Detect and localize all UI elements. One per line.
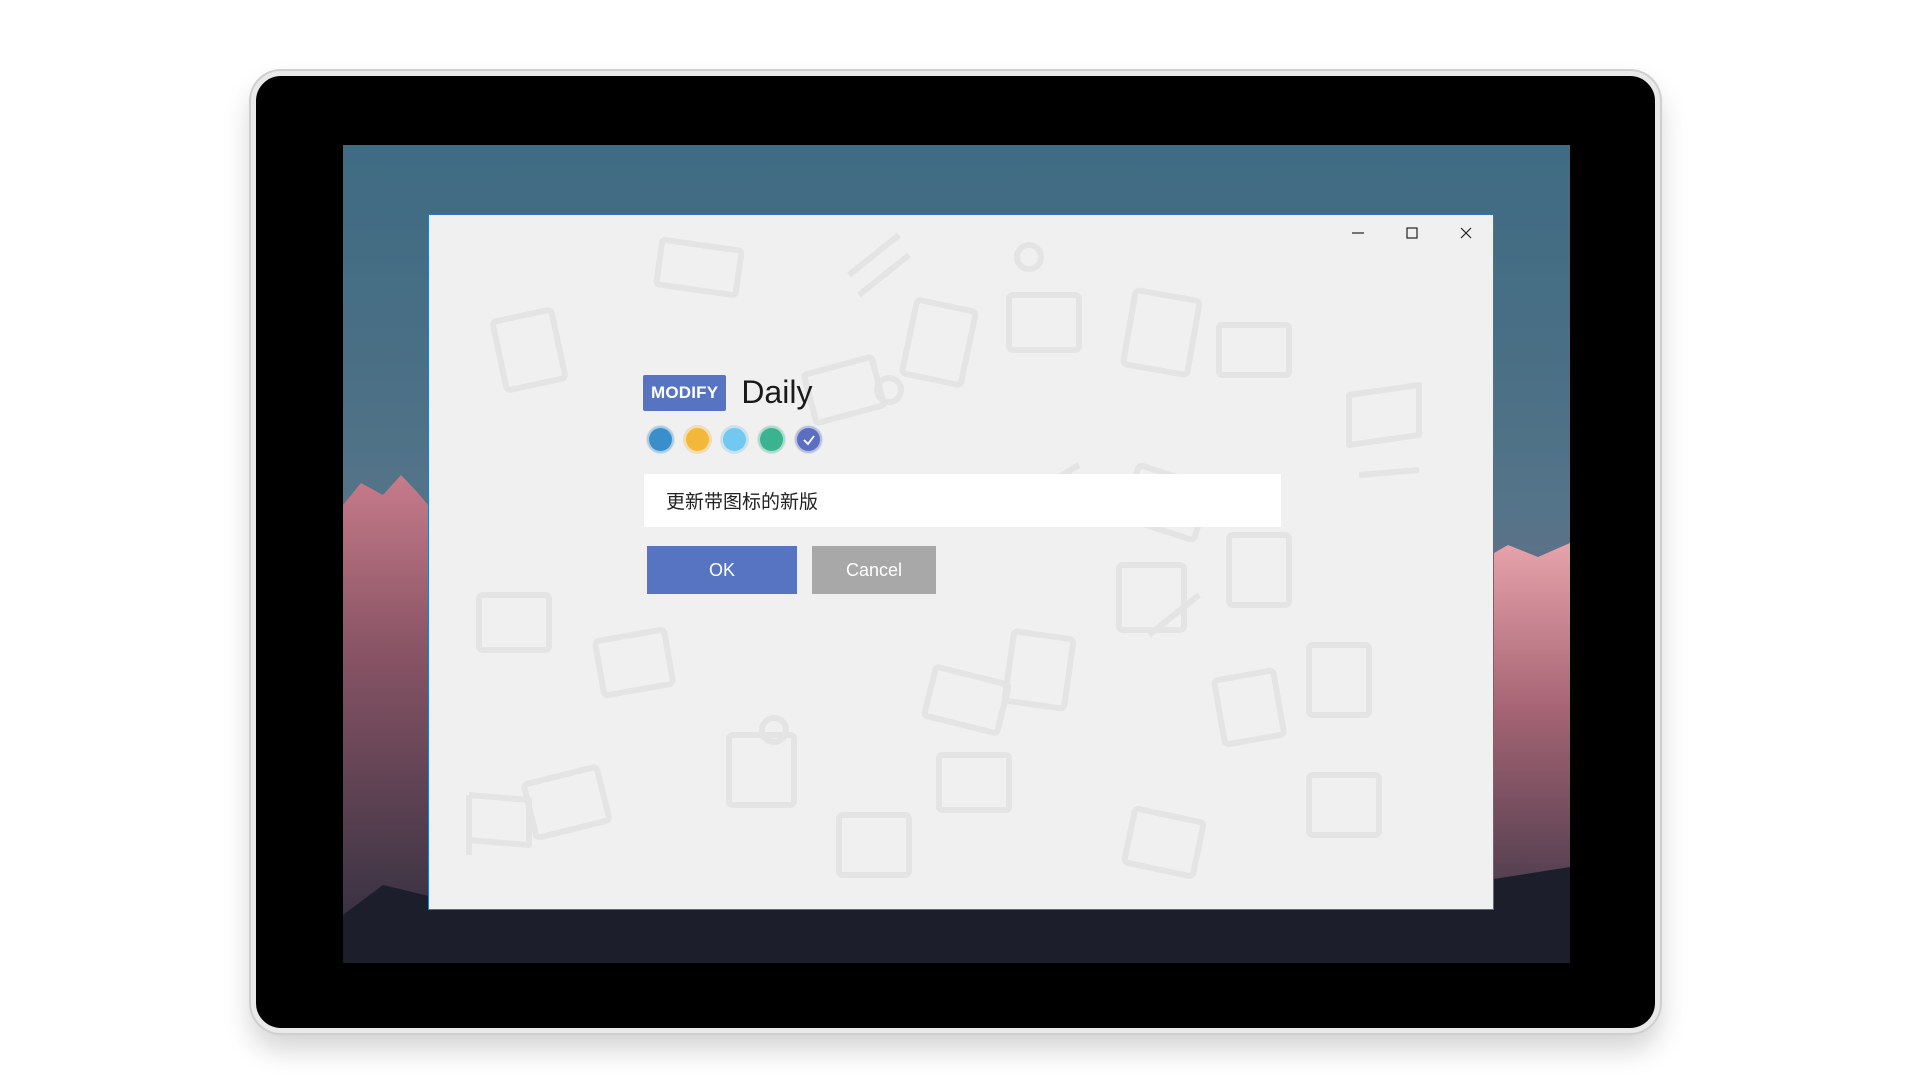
color-swatch-blue[interactable]: [647, 426, 674, 453]
dialog-title: Daily: [741, 374, 813, 410]
maximize-button[interactable]: [1385, 215, 1439, 251]
close-icon: [1460, 227, 1472, 239]
cancel-button[interactable]: Cancel: [812, 546, 936, 594]
window-controls: [1331, 215, 1493, 251]
background-doodle-pattern: [466, 232, 1422, 879]
app-window: MODIFY Daily OK Cancel: [428, 214, 1494, 910]
minimize-icon: [1352, 232, 1364, 234]
color-swatch-green[interactable]: [758, 426, 785, 453]
color-swatch-yellow[interactable]: [684, 426, 711, 453]
checkmark-icon: [802, 434, 815, 445]
name-input[interactable]: [644, 474, 1281, 527]
mode-badge: MODIFY: [643, 374, 727, 411]
color-swatch-light-blue[interactable]: [721, 426, 748, 453]
dialog-header: MODIFY Daily: [643, 374, 812, 411]
close-button[interactable]: [1439, 215, 1493, 251]
minimize-button[interactable]: [1331, 215, 1385, 251]
color-picker: [647, 426, 832, 453]
ok-button[interactable]: OK: [647, 546, 797, 594]
maximize-icon: [1406, 227, 1418, 239]
color-swatch-indigo[interactable]: [795, 426, 822, 453]
